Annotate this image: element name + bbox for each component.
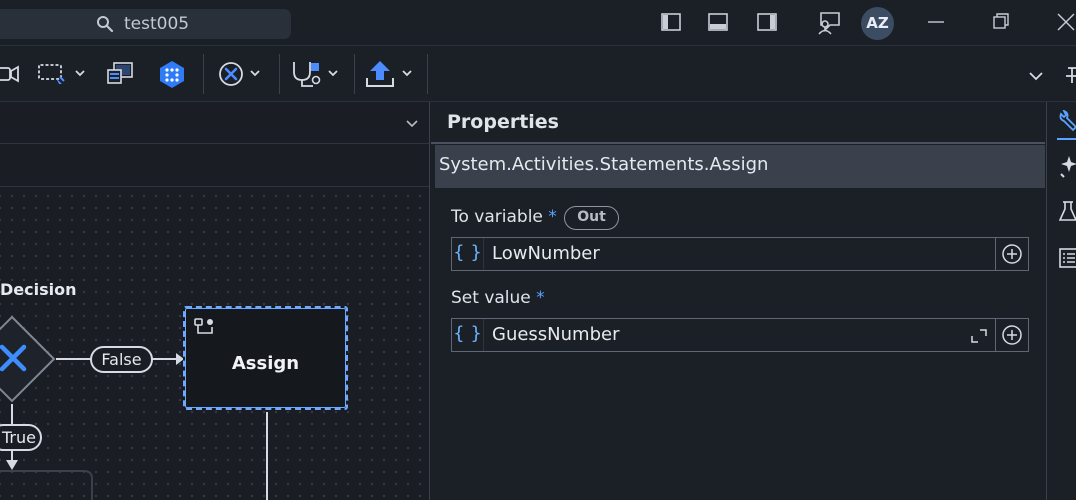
stop-button[interactable] [216,58,266,90]
outline-list-icon[interactable] [1059,246,1076,270]
screen-scraping-button[interactable] [36,58,86,90]
false-branch-label[interactable]: False [90,346,153,373]
search-icon [97,16,114,33]
stop-icon [219,62,260,86]
publish-icon [366,61,412,87]
assign-label: Assign [231,353,300,374]
set-value-text: Set value [451,288,531,308]
title-bar: test005 AZ [0,0,1076,46]
designer-breadcrumb-bar [0,144,429,187]
test-icon[interactable] [1059,200,1076,224]
add-button[interactable] [995,319,1028,351]
direction-badge: Out [564,206,619,230]
feedback-icon[interactable] [816,10,842,36]
restore-icon[interactable] [991,11,1011,33]
chevron-down-icon[interactable] [404,116,420,132]
plus-circle-icon [1002,244,1022,264]
required-marker: * [536,288,545,308]
properties-title: Properties [447,111,559,133]
true-branch-label[interactable]: True [0,424,42,451]
assign-icon [194,318,213,334]
decision-label: Decision [0,280,77,299]
decision-node[interactable] [0,315,56,403]
screen-scraping-icon [38,64,85,84]
set-value-field[interactable]: { } GuessNumber [451,318,1029,352]
active-tab-indicator [1057,138,1076,140]
panel-right-icon[interactable] [756,11,778,33]
chevron-down-icon[interactable] [1026,58,1046,90]
designer-header [0,102,429,144]
decision-shape [0,315,56,403]
extensions-icon[interactable] [1059,154,1076,178]
expression-icon[interactable]: { } [452,319,484,351]
debug-icon [293,62,338,87]
designer-canvas[interactable]: Decision False True Assign [0,188,429,500]
toolbar [0,46,1076,102]
debug-button[interactable] [289,58,341,90]
properties-wrench-icon[interactable] [1057,110,1076,134]
right-rail [1046,102,1076,500]
minimize-icon[interactable] [926,11,946,33]
expand-icon[interactable] [970,328,988,344]
search-text[interactable]: test005 [124,14,189,34]
assign-activity[interactable]: Assign [183,306,348,410]
record-icon[interactable] [0,58,22,90]
panel-left-icon[interactable] [660,11,682,33]
to-variable-field[interactable]: { } LowNumber [451,237,1029,271]
packages-icon[interactable] [157,58,187,90]
to-variable-text: To variable [451,207,543,227]
remote-icon[interactable] [105,58,137,90]
set-value-value[interactable]: GuessNumber [492,324,620,345]
plus-circle-icon [1002,325,1022,345]
activity-type-header: System.Activities.Statements.Assign [435,145,1045,188]
avatar[interactable]: AZ [861,7,894,40]
to-variable-label: To variable * [451,207,557,227]
panel-bottom-icon[interactable] [707,11,729,33]
workflow-designer: Decision False True Assign [0,102,430,500]
pin-icon[interactable] [1062,58,1076,90]
expression-icon[interactable]: { } [452,238,484,270]
search-box[interactable]: test005 [0,9,291,39]
properties-panel: Properties System.Activities.Statements.… [431,102,1045,500]
title-underline [431,142,1045,144]
publish-button[interactable] [364,58,416,90]
set-value-label: Set value * [451,288,545,308]
add-button[interactable] [995,238,1028,270]
required-marker: * [548,207,557,227]
close-icon[interactable] [1055,11,1076,33]
to-variable-value[interactable]: LowNumber [492,243,600,264]
